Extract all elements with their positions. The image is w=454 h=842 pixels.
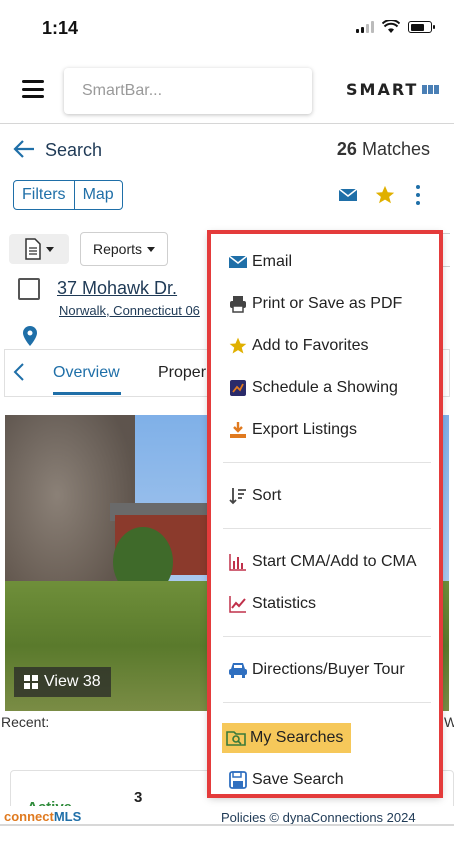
document-icon [25, 238, 41, 260]
map-pin-icon[interactable] [23, 326, 37, 346]
listing-select-checkbox[interactable] [18, 278, 40, 300]
top-app-bar: SMART [0, 58, 454, 124]
footer-links[interactable]: Policies © dynaConnections 2024 [221, 810, 416, 825]
car-icon [229, 663, 247, 678]
match-count: 26 Matches [337, 139, 430, 160]
footer: connectMLS Policies © dynaConnections 20… [0, 806, 454, 842]
save-icon [229, 771, 247, 789]
map-button[interactable]: Map [73, 181, 122, 209]
menu-item-label: Email [252, 253, 293, 270]
footer-brand-prefix: connect [4, 809, 54, 824]
email-icon[interactable] [338, 187, 358, 203]
menu-item-label: Statistics [252, 595, 317, 612]
menu-item-print[interactable]: Print or Save as PDF [228, 289, 402, 319]
menu-item-label: Print or Save as PDF [252, 295, 403, 312]
menu-item-cma[interactable]: Start CMA/Add to CMA [228, 547, 417, 577]
menu-item-label: Directions/Buyer Tour [252, 661, 405, 678]
reports-label: Reports [92, 241, 143, 257]
chevron-down-icon [147, 246, 156, 252]
action-icons [338, 184, 420, 206]
star-icon [229, 337, 247, 354]
menu-item-email[interactable]: Email [228, 247, 292, 277]
menu-divider [223, 636, 431, 637]
menu-item-label: Start CMA/Add to CMA [252, 553, 417, 570]
battery-icon [408, 21, 435, 33]
bar-chart-icon [229, 554, 246, 571]
back-arrow-icon[interactable] [12, 138, 36, 164]
match-count-number: 26 [336, 139, 357, 159]
smartbar[interactable] [64, 68, 312, 114]
menu-divider [223, 528, 431, 529]
line-chart-icon [229, 596, 246, 613]
menu-item-label: Add to Favorites [252, 337, 369, 354]
grid-icon [24, 675, 38, 689]
search-back-link[interactable]: Search [45, 140, 102, 161]
calendar-icon [230, 380, 246, 396]
menu-item-save-search[interactable]: Save Search [228, 765, 344, 795]
more-options-icon[interactable] [416, 185, 420, 205]
menu-item-my-searches[interactable]: My Searches [222, 723, 352, 753]
active-tab-indicator [53, 392, 121, 395]
wifi-icon [382, 20, 400, 33]
menu-item-add-to-favorites[interactable]: Add to Favorites [228, 331, 369, 361]
printer-icon [230, 296, 246, 313]
envelope-icon [229, 255, 247, 268]
view-photos-button[interactable]: View 38 [14, 667, 111, 697]
menu-divider [223, 462, 431, 463]
view-photos-label: View 38 [44, 673, 101, 690]
tab-overview[interactable]: Overview [53, 364, 120, 382]
logo-mark-icon [422, 85, 440, 94]
menu-item-export-listings[interactable]: Export Listings [228, 415, 357, 445]
favorite-star-icon[interactable] [374, 184, 396, 206]
hamburger-menu-icon[interactable] [22, 80, 44, 98]
document-dropdown-button[interactable] [9, 234, 69, 264]
status-time: 1:14 [42, 18, 79, 38]
recent-label: Recent: [1, 714, 50, 730]
smartbar-input[interactable] [64, 68, 312, 114]
match-count-label: Matches [361, 139, 430, 159]
filters-button[interactable]: Filters [14, 181, 74, 209]
menu-item-label: Schedule a Showing [252, 379, 398, 396]
search-row: Search 26 Matches [0, 130, 454, 170]
more-options-menu: Email Print or Save as PDF Add to Favori… [209, 232, 441, 796]
download-icon [230, 422, 246, 438]
listing-address-link[interactable]: 37 Mohawk Dr. [57, 278, 177, 299]
menu-item-statistics[interactable]: Statistics [228, 589, 316, 619]
sort-icon [229, 488, 246, 505]
tab-property[interactable]: Proper [158, 364, 206, 382]
menu-item-label: My Searches [250, 729, 344, 746]
logo-text: SMART [346, 80, 419, 99]
footer-brand: connectMLS [4, 809, 81, 824]
status-bar: 1:14 [0, 0, 454, 58]
status-icons [356, 20, 435, 34]
folder-search-icon [226, 731, 246, 746]
menu-divider [223, 702, 431, 703]
smartmls-logo: SMART [346, 80, 440, 99]
view-toggle: Filters Map [13, 180, 123, 210]
tabs-prev-icon[interactable] [13, 362, 25, 388]
reports-dropdown-button[interactable]: Reports [80, 232, 168, 266]
stat-value: 3 [134, 789, 143, 806]
recent-trailing: W [444, 714, 454, 730]
chevron-down-icon [46, 246, 54, 252]
menu-item-sort[interactable]: Sort [228, 481, 281, 511]
listing-city-link[interactable]: Norwalk, Connecticut 06 [59, 303, 209, 318]
menu-item-label: Save Search [252, 771, 344, 788]
menu-item-directions[interactable]: Directions/Buyer Tour [228, 655, 405, 685]
footer-brand-suffix: MLS [53, 809, 82, 824]
menu-item-label: Export Listings [252, 421, 357, 438]
menu-item-label: Sort [252, 487, 282, 504]
menu-item-schedule-showing[interactable]: Schedule a Showing [228, 373, 398, 403]
signal-icon [356, 21, 374, 33]
